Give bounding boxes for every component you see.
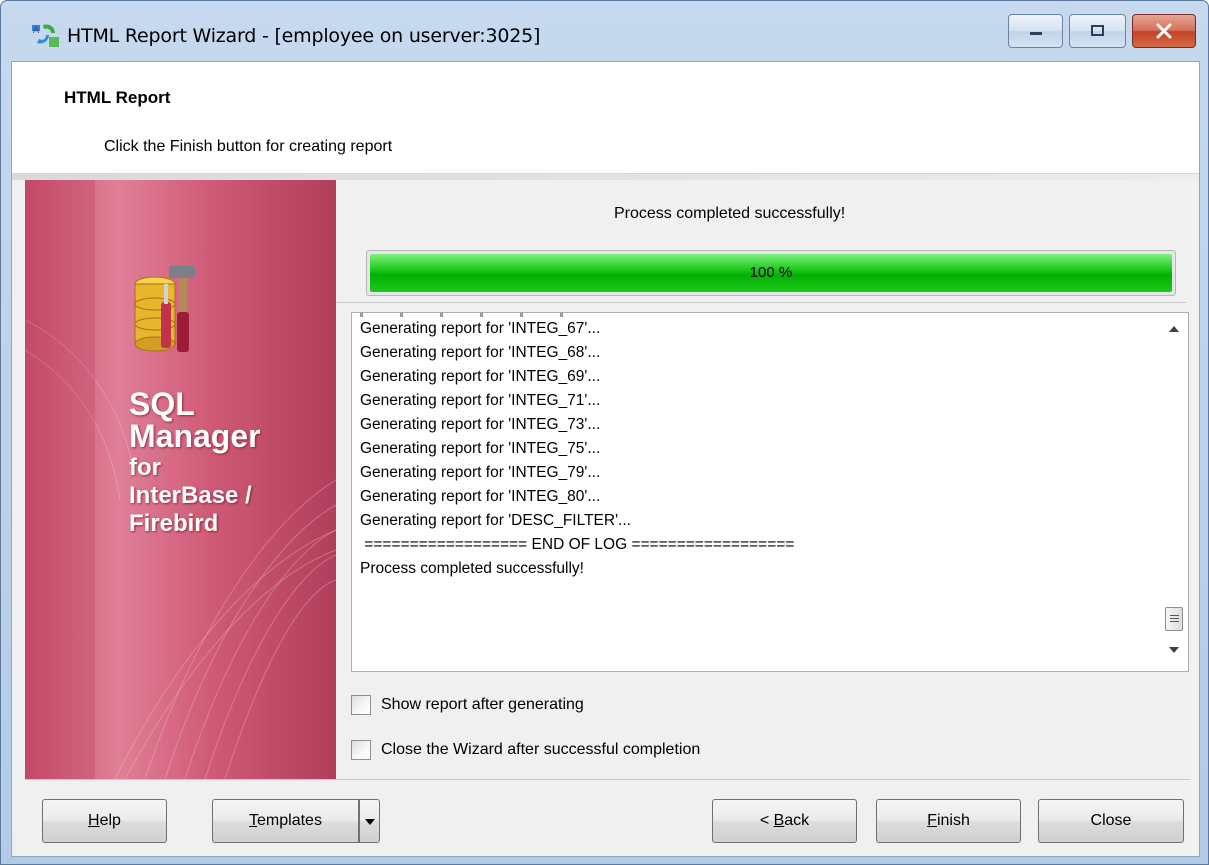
database-tools-icon — [134, 266, 195, 352]
progress-text: 100 % — [749, 264, 793, 281]
log-scrollbar[interactable] — [1160, 313, 1188, 671]
svg-text:A: A — [33, 26, 40, 36]
status-message: Process completed successfully! — [614, 205, 846, 222]
log-line: Generating report for 'INTEG_79'... — [360, 464, 601, 481]
templates-dropdown-button[interactable] — [359, 799, 380, 843]
wizard-header: HTML Report Click the Finish button for … — [12, 62, 1199, 174]
log-line: Generating report for 'DESC_FILTER'... — [360, 512, 631, 529]
back-button[interactable]: < Back — [712, 799, 857, 843]
divider — [336, 302, 1186, 303]
scroll-thumb[interactable] — [1165, 607, 1183, 631]
title-bar[interactable]: A HTML Report Wizard - [employee on user… — [1, 1, 1208, 61]
dropdown-arrow-icon — [365, 819, 375, 825]
log-line: Process completed successfully! — [360, 560, 584, 577]
log-line: Generating report for 'INTEG_71'... — [360, 392, 601, 409]
templates-button[interactable]: Templates — [212, 799, 359, 843]
page-subtitle: Click the Finish button for creating rep… — [104, 138, 393, 155]
report-wizard-icon: A — [32, 24, 59, 47]
close-wizard-checkbox[interactable] — [351, 740, 371, 760]
product-name: SQL Manager for InterBase / Firebird — [129, 386, 261, 537]
close-icon — [1156, 23, 1172, 39]
window-title: HTML Report Wizard - [employee on userve… — [67, 25, 541, 47]
close-wizard-label[interactable]: Close the Wizard after successful comple… — [381, 741, 700, 759]
log-box[interactable]: Generating report for 'INTEG_67'... Gener… — [351, 312, 1189, 672]
page-title: HTML Report — [64, 88, 171, 107]
close-button[interactable]: Close — [1038, 799, 1184, 843]
log-lines: Generating report for 'INTEG_67'... Gener… — [360, 317, 1158, 581]
close-wizard-option[interactable]: Close the Wizard after successful comple… — [351, 737, 700, 763]
restore-button[interactable] — [1069, 14, 1126, 48]
scroll-up-arrow-icon[interactable] — [1169, 325, 1179, 332]
close-window-button[interactable] — [1132, 14, 1196, 48]
log-line: Generating report for 'INTEG_69'... — [360, 368, 601, 385]
minimize-icon — [1029, 32, 1042, 35]
product-banner: SQL Manager for InterBase / Firebird — [25, 180, 336, 779]
log-line: Generating report for 'INTEG_68'... — [360, 344, 601, 361]
minimize-button[interactable] — [1008, 14, 1063, 48]
show-report-checkbox[interactable] — [351, 695, 371, 715]
log-line: ================== END OF LOG ==========… — [360, 536, 795, 553]
wizard-client-area: HTML Report Click the Finish button for … — [11, 61, 1200, 857]
show-report-label[interactable]: Show report after generating — [381, 696, 584, 714]
finish-button[interactable]: Finish — [876, 799, 1021, 843]
log-line: Generating report for 'INTEG_73'... — [360, 416, 601, 433]
wizard-window: A HTML Report Wizard - [employee on user… — [0, 0, 1209, 865]
restore-icon — [1090, 25, 1104, 36]
scroll-down-arrow-icon[interactable] — [1169, 647, 1179, 654]
log-line: Generating report for 'INTEG_67'... — [360, 320, 601, 337]
log-line: Generating report for 'INTEG_75'... — [360, 440, 601, 457]
log-line: Generating report for 'INTEG_80'... — [360, 488, 601, 505]
help-button[interactable]: Help — [42, 799, 167, 843]
show-report-option[interactable]: Show report after generating — [351, 692, 584, 718]
button-divider — [25, 779, 1190, 780]
progress-bar: 100 % — [366, 250, 1176, 296]
